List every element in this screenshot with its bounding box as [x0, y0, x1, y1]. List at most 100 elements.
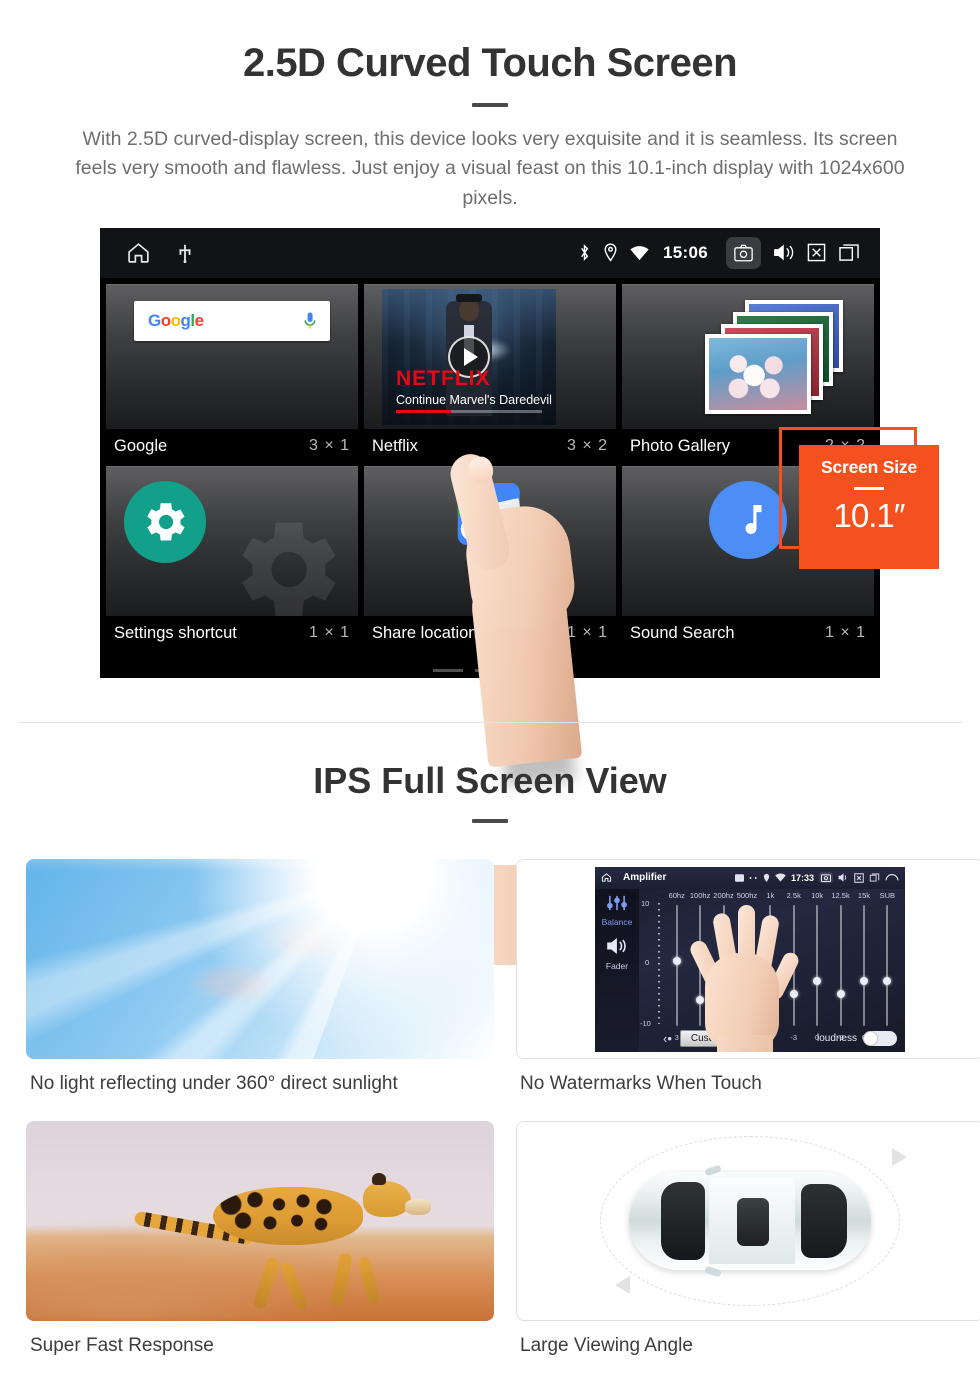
eq-band-knob[interactable]	[742, 954, 751, 963]
close-box-icon[interactable]	[854, 872, 864, 883]
card-caption: No Watermarks When Touch	[520, 1073, 762, 1094]
fader-label[interactable]: Fader	[595, 961, 639, 971]
feature-card-viewing-angle: Large Viewing Angle	[516, 1121, 980, 1379]
eq-band-track[interactable]	[769, 904, 772, 1026]
eq-band-knob[interactable]	[696, 995, 705, 1004]
eq-band-frequency: 200hz	[713, 890, 734, 900]
widget-row-1: Google Google 3 × 1 NETFLIX Continue Mar…	[106, 283, 874, 466]
widget-size: 1 × 1	[566, 624, 608, 642]
feature-card-fast-response: Super Fast Response	[26, 1121, 494, 1379]
balance-label[interactable]: Balance	[595, 917, 639, 927]
car-windshield	[661, 1182, 705, 1260]
speaker-icon[interactable]	[606, 937, 628, 955]
title-underline	[472, 103, 508, 107]
loudness-control[interactable]: loudness	[817, 1031, 905, 1046]
eq-band-track[interactable]	[745, 904, 748, 1026]
music-note-icon[interactable]	[709, 480, 787, 559]
eq-band-knob[interactable]	[672, 957, 681, 966]
sliders-icon[interactable]	[606, 895, 628, 911]
settings-shortcut-widget[interactable]	[106, 465, 358, 616]
volume-icon[interactable]	[773, 243, 795, 262]
back-arrow-icon[interactable]	[885, 873, 899, 882]
widget-name: Sound Search	[630, 623, 735, 642]
status-bar: 15:06	[100, 227, 880, 278]
home-icon[interactable]	[126, 240, 151, 265]
feature-card-sunlight: No light reflecting under 360° direct su…	[26, 859, 494, 1117]
amplifier-ui: Amplifier 17:33 Balance Fader 10 0 -10 6…	[595, 866, 905, 1052]
widget-row-2: Settings shortcut 1 × 1 G Share location…	[106, 465, 874, 653]
eq-band-knob[interactable]	[813, 976, 822, 985]
eq-band-track[interactable]	[886, 904, 889, 1026]
page-indicator[interactable]	[100, 668, 880, 672]
eq-band-frequency: 60hz	[668, 890, 685, 900]
eq-band-track[interactable]	[816, 904, 819, 1026]
widget-label-row: Sound Search 1 × 1	[622, 616, 874, 653]
share-location-widget[interactable]: G	[364, 465, 616, 616]
close-box-icon[interactable]	[807, 243, 826, 262]
netflix-subtitle: Continue Marvel's Daredevil	[396, 392, 552, 407]
widget-google[interactable]: Google Google 3 × 1	[106, 283, 358, 466]
wifi-icon	[775, 873, 786, 882]
camera-icon[interactable]	[819, 872, 833, 883]
eq-band-frequency: 1k	[766, 890, 775, 900]
eq-band-knob[interactable]	[719, 976, 728, 985]
eq-band-track[interactable]	[722, 904, 725, 1026]
recents-icon[interactable]	[869, 873, 880, 882]
volume-icon[interactable]	[838, 873, 849, 882]
photo-stack	[653, 298, 843, 416]
widget-name: Netflix	[372, 436, 418, 455]
amplifier-image: Amplifier 17:33 Balance Fader 10 0 -10 6…	[516, 859, 980, 1059]
photo-gallery-widget[interactable]	[622, 283, 874, 429]
equalizer-panel: 10 0 -10 60hz 3 100hz 200hz 500hz 4 1k 0…	[639, 889, 905, 1052]
gear-icon[interactable]	[124, 480, 206, 563]
widget-netflix[interactable]: NETFLIX Continue Marvel's Daredevil Netf…	[364, 283, 616, 466]
microphone-icon[interactable]	[304, 312, 316, 330]
recents-icon[interactable]	[838, 243, 860, 262]
widget-settings-shortcut[interactable]: Settings shortcut 1 × 1	[106, 465, 358, 653]
android-home-screen: 15:06 Google Google 3 × 1 NETFLIX Contin…	[100, 227, 880, 678]
widget-name: Share location	[372, 623, 478, 642]
page-dot[interactable]	[433, 668, 463, 672]
preset-button[interactable]: Custom	[679, 1030, 737, 1047]
search-input[interactable]: Google	[134, 300, 330, 341]
eq-band-track[interactable]	[862, 904, 865, 1026]
loudness-toggle[interactable]	[863, 1031, 897, 1046]
amplifier-clock: 17:33	[790, 872, 814, 883]
widget-grid: Google Google 3 × 1 NETFLIX Continue Mar…	[100, 278, 880, 653]
eq-band-frequency: 2.5k	[786, 890, 801, 900]
widget-label-row: Google 3 × 1	[106, 429, 358, 466]
blue-sky-sun-flare-graphic	[26, 859, 494, 1059]
eq-band-frequency: 100hz	[689, 890, 711, 900]
home-icon[interactable]	[601, 872, 612, 883]
eq-band-knob[interactable]	[883, 976, 892, 985]
page-title: 2.5D Curved Touch Screen	[242, 41, 738, 85]
widget-share-location[interactable]: G Share location 1 × 1	[364, 465, 616, 653]
eq-band-frequency: 10k	[811, 890, 824, 900]
camera-icon[interactable]	[726, 236, 761, 269]
curved-touch-screen-section: 2.5D Curved Touch Screen With 2.5D curve…	[0, 0, 980, 965]
eq-band-knob[interactable]	[859, 976, 868, 985]
scale-min: -10	[640, 1018, 651, 1028]
eq-band-track[interactable]	[699, 904, 702, 1026]
eq-band-frequency: SUB	[879, 890, 896, 900]
location-icon	[603, 243, 618, 262]
eq-band-knob[interactable]	[836, 989, 845, 998]
widget-size: 3 × 2	[566, 437, 608, 455]
eq-band-track[interactable]	[839, 904, 842, 1026]
eq-band-knob[interactable]	[766, 976, 775, 985]
eq-band-track[interactable]	[792, 904, 795, 1026]
page-dot[interactable]	[475, 668, 505, 672]
widget-label-row: Share location 1 × 1	[364, 616, 616, 653]
widget-name: Settings shortcut	[114, 623, 237, 642]
screen-size-badge: Screen Size 10.1″	[779, 426, 939, 569]
back-arrow-icon[interactable]: ‹•	[663, 1031, 672, 1046]
google-search-widget[interactable]: Google	[106, 283, 358, 429]
page-dot-active[interactable]	[517, 668, 547, 672]
status-bar-clock: 15:06	[663, 242, 708, 262]
google-maps-icon[interactable]: G	[457, 482, 520, 545]
scale-mid: 0	[645, 958, 650, 967]
status-bar-left	[114, 240, 193, 265]
google-g-glyph: G	[463, 486, 483, 514]
netflix-widget[interactable]: NETFLIX Continue Marvel's Daredevil	[364, 283, 616, 429]
eq-band-knob[interactable]	[789, 989, 798, 998]
